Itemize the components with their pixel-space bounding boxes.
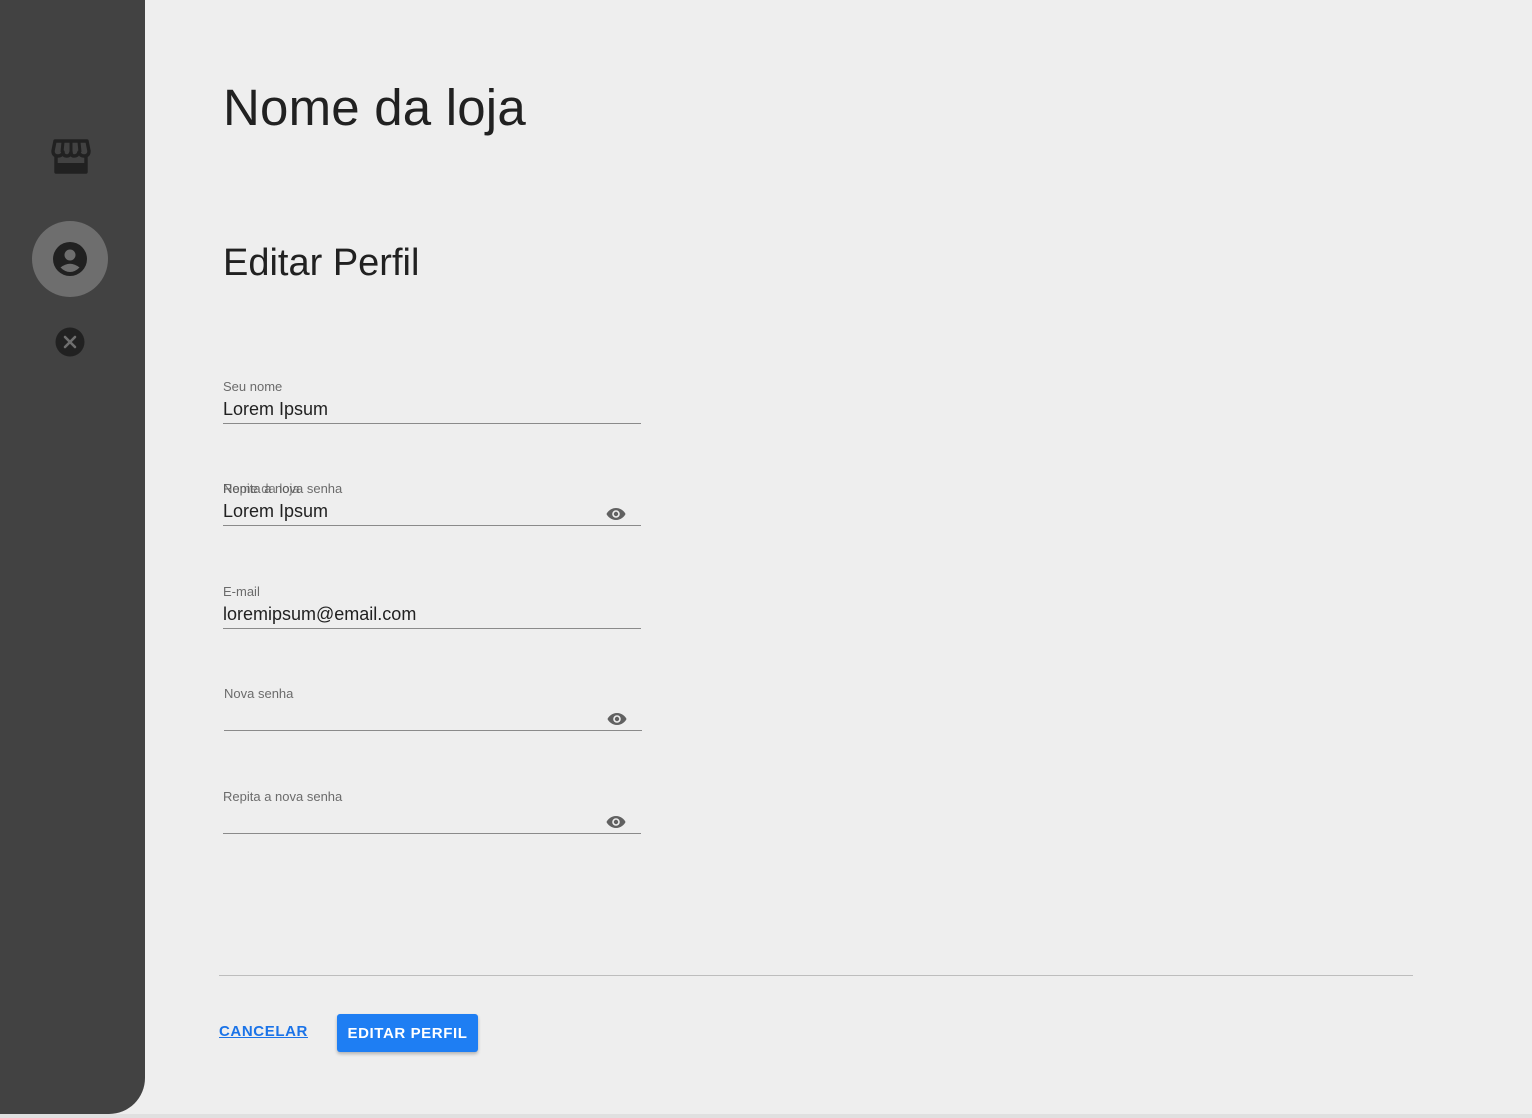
name-field-label: Seu nome [223,379,283,394]
repeat-password-field-underline [223,833,641,834]
sidebar [0,0,145,1114]
eye-icon [607,713,627,725]
toggle-visibility-button[interactable] [605,813,627,831]
store-name-field-label: Nome da loja [223,481,300,496]
page-title: Editar Perfil [223,242,420,284]
cancel-button[interactable]: CANCELAR [219,1023,308,1040]
store-icon [51,139,91,174]
close-circle-icon [55,327,85,357]
store-name-input[interactable] [223,498,593,524]
email-field-underline [223,628,641,629]
toggle-visibility-button[interactable] [605,505,627,523]
eye-icon [606,816,626,828]
store-name-field-underline [223,525,641,526]
new-password-input[interactable] [224,703,594,729]
store-name-title: Nome da loja [223,79,526,136]
sidebar-item-profile[interactable] [32,221,108,297]
page: Nome da loja Editar Perfil Seu nome Repi… [0,0,1532,1118]
eye-icon [606,508,626,520]
repeat-password-field-label: Repita a nova senha [223,789,343,804]
toggle-visibility-button[interactable] [606,710,628,728]
repeat-password-input[interactable] [223,806,593,832]
email-field-label: E-mail [223,584,260,599]
new-password-field-underline [224,730,642,731]
edit-profile-button[interactable]: EDITAR PERFIL [337,1014,478,1052]
sidebar-item-logout[interactable] [53,325,87,359]
actions-divider [219,975,1413,976]
name-input[interactable] [223,396,593,422]
email-input[interactable] [223,601,593,627]
name-field-underline [223,423,641,424]
new-password-field-label: Nova senha [224,686,294,701]
account-circle-icon [53,242,87,276]
sidebar-item-store[interactable] [50,138,92,176]
bottom-edge [0,1114,1532,1118]
